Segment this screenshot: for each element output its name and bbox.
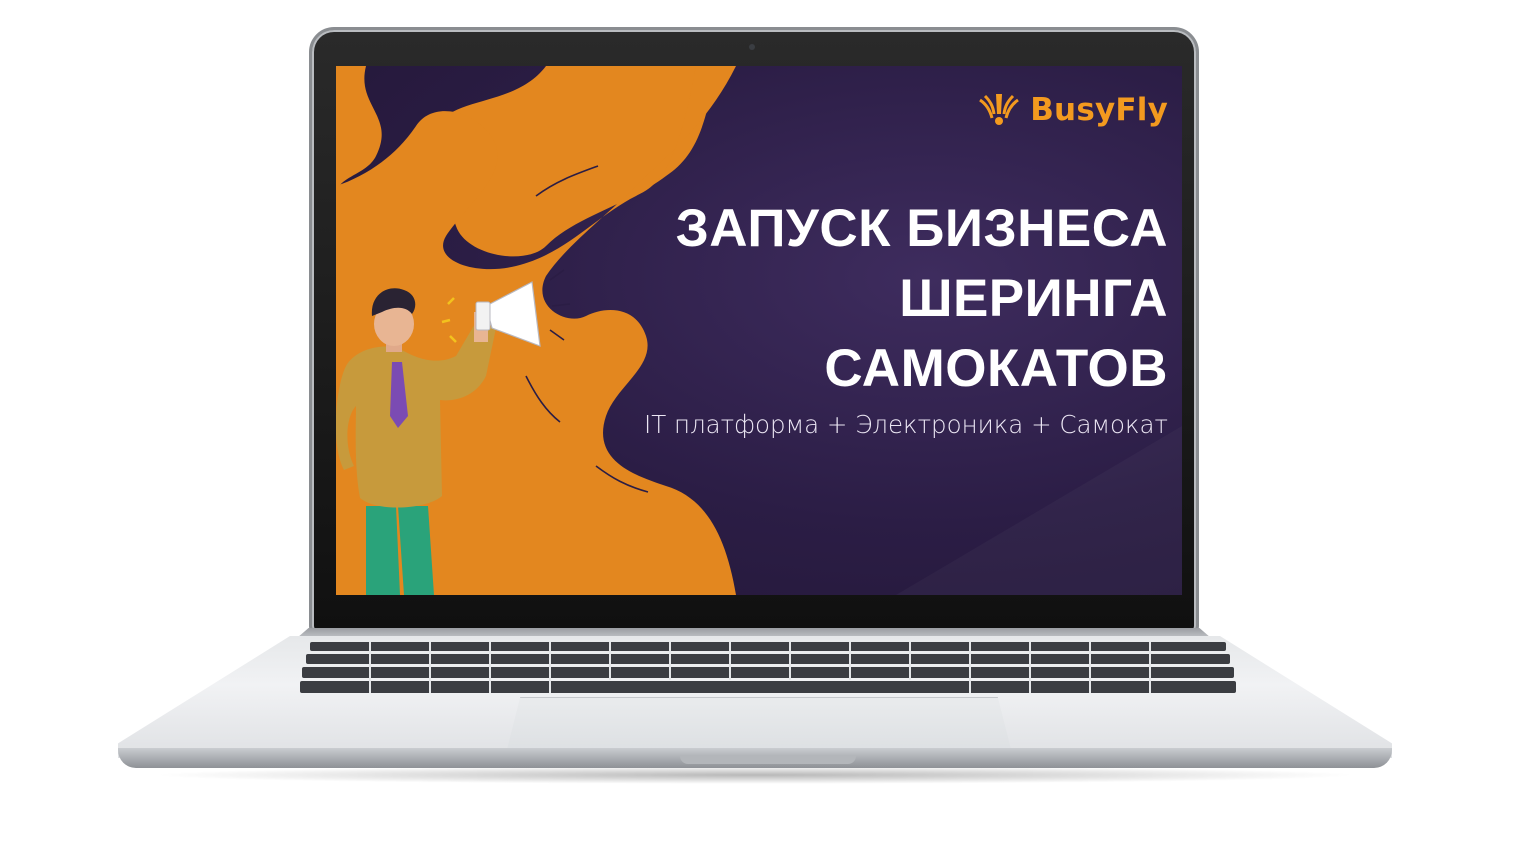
lid-opening-notch bbox=[680, 756, 856, 764]
keyboard bbox=[300, 642, 1236, 693]
webcam-icon bbox=[749, 44, 755, 50]
busyfly-logo: BusyFly bbox=[976, 90, 1168, 130]
presentation-slide: BusyFly ЗАПУСК БИЗНЕСА ШЕРИНГА САМОКАТОВ… bbox=[336, 66, 1182, 595]
laptop-shadow bbox=[150, 766, 1360, 784]
headline-line-2: ШЕРИНГА bbox=[899, 269, 1168, 328]
slide-headline: ЗАПУСК БИЗНЕСА ШЕРИНГА САМОКАТОВ bbox=[608, 194, 1168, 404]
busyfly-logo-icon bbox=[979, 94, 1020, 125]
logo-text: BusyFly bbox=[1030, 92, 1168, 128]
laptop-mockup: BusyFly ЗАПУСК БИЗНЕСА ШЕРИНГА САМОКАТОВ… bbox=[0, 0, 1536, 860]
slide-subtitle: IT платформа + Электроника + Самокат bbox=[644, 410, 1168, 439]
headline-line-3: САМОКАТОВ bbox=[824, 339, 1168, 398]
headline-line-1: ЗАПУСК БИЗНЕСА bbox=[675, 199, 1168, 258]
laptop-lid: BusyFly ЗАПУСК БИЗНЕСА ШЕРИНГА САМОКАТОВ… bbox=[312, 30, 1196, 632]
